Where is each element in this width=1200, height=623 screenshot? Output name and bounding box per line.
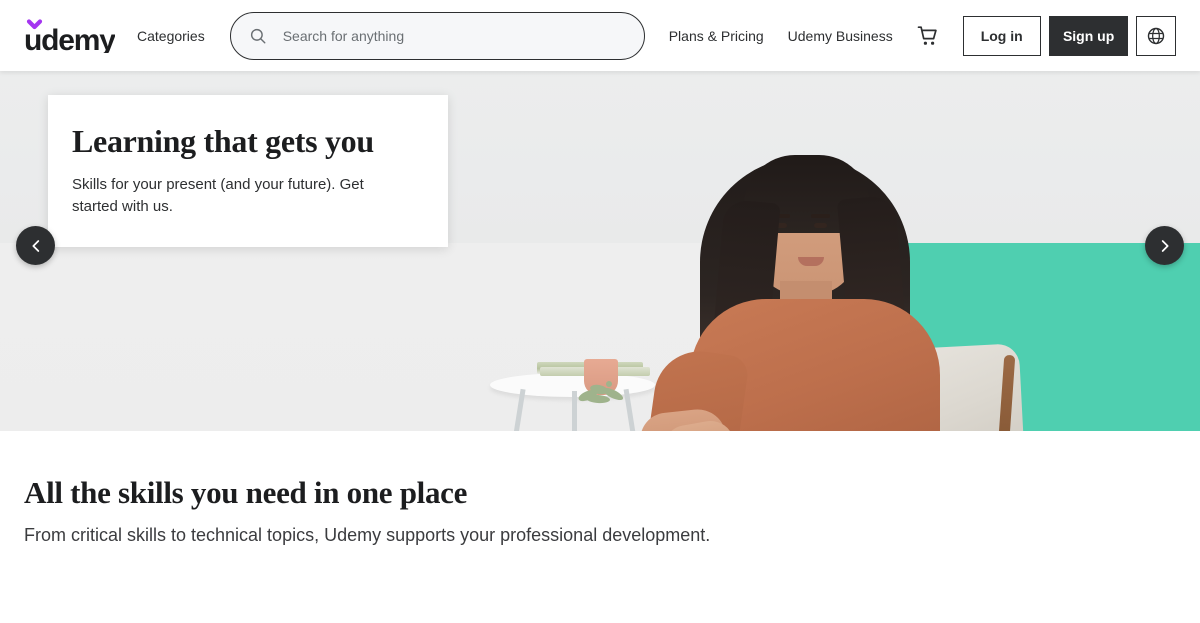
hero-title: Learning that gets you xyxy=(72,123,374,159)
search-input[interactable] xyxy=(282,12,628,59)
globe-icon xyxy=(1147,27,1165,44)
udemy-logo[interactable]: udemy xyxy=(24,18,115,53)
search-icon xyxy=(250,28,266,43)
nav-plans-pricing[interactable]: Plans & Pricing xyxy=(669,28,764,44)
hero-carousel: Learning that gets you Skills for your p… xyxy=(0,71,1200,431)
udemy-logo-icon: udemy xyxy=(24,18,115,53)
nav-categories[interactable]: Categories xyxy=(137,28,205,44)
chevron-left-icon xyxy=(31,239,39,252)
nav-udemy-business[interactable]: Udemy Business xyxy=(788,28,893,44)
carousel-previous-button[interactable] xyxy=(16,226,55,265)
section-title: All the skills you need in one place xyxy=(24,475,468,510)
search-bar[interactable] xyxy=(229,11,645,60)
site-header: udemy Categories Plans & Pricing Udemy B… xyxy=(0,0,1200,71)
svg-text:udemy: udemy xyxy=(24,24,115,53)
hero-text-card: Learning that gets you Skills for your p… xyxy=(48,95,448,248)
chevron-right-icon xyxy=(1161,239,1169,252)
sign-up-button[interactable]: Sign up xyxy=(1048,15,1129,56)
succulent-plant xyxy=(572,381,630,407)
hero-subtitle: Skills for your present (and your future… xyxy=(72,175,364,215)
person-eye-right xyxy=(814,223,827,228)
section-subtitle: From critical skills to technical topics… xyxy=(24,525,711,545)
carousel-next-button[interactable] xyxy=(1145,226,1184,265)
shopping-cart-icon xyxy=(917,25,937,45)
person-brow-right xyxy=(811,214,830,218)
shopping-cart-button[interactable] xyxy=(915,23,941,49)
language-selector-button[interactable] xyxy=(1136,15,1176,56)
skills-section: All the skills you need in one place Fro… xyxy=(0,431,1200,546)
log-in-button[interactable]: Log in xyxy=(962,15,1041,56)
